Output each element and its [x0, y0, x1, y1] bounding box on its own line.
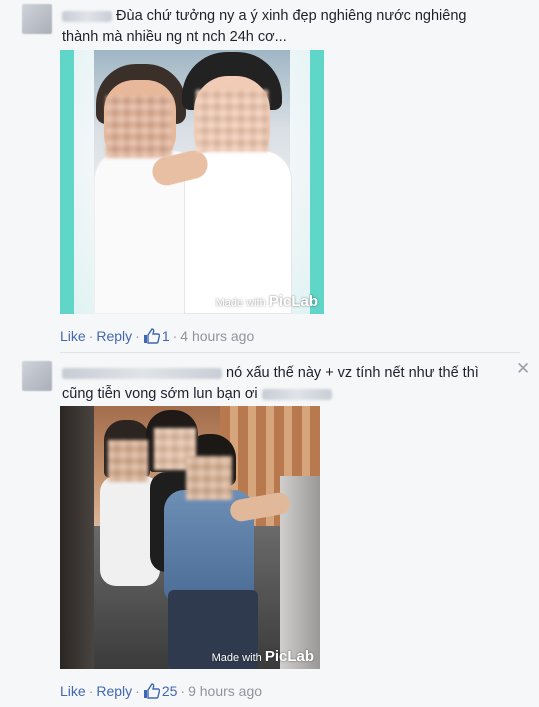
- piclab-watermark: Made with PicLab: [211, 648, 314, 665]
- commenter-name-redacted[interactable]: [62, 367, 222, 379]
- like-count[interactable]: 1: [162, 328, 170, 344]
- comment-text: Đùa chứ tưởng ny a ý xinh đẹp nghiêng nư…: [62, 6, 532, 48]
- close-icon[interactable]: ✕: [516, 359, 530, 379]
- like-link[interactable]: Like: [60, 683, 86, 699]
- comment-text-line-1: nó xấu thế này + vz tính nết như thế thì: [226, 365, 479, 381]
- thumbs-up-icon[interactable]: [143, 328, 160, 347]
- comment-text-line-2: cũng tiễn vong sớm lun bạn ơi: [62, 386, 258, 402]
- reply-link[interactable]: Reply: [96, 683, 132, 699]
- comment-1: Đùa chứ tưởng ny a ý xinh đẹp nghiêng nư…: [0, 0, 539, 350]
- reply-link[interactable]: Reply: [96, 328, 132, 344]
- thumbs-up-icon[interactable]: [143, 683, 160, 702]
- comment-text: nó xấu thế này + vz tính nết như thế thì…: [62, 363, 502, 405]
- commenter-name-redacted[interactable]: [62, 10, 112, 22]
- like-count[interactable]: 25: [162, 683, 178, 699]
- like-link[interactable]: Like: [60, 328, 86, 344]
- commenter-avatar[interactable]: [22, 4, 52, 34]
- comment-actions: Like · Reply · 1 · 4 hours ago: [60, 328, 254, 347]
- comment-photo[interactable]: Made with PicLab: [60, 406, 320, 669]
- comment-2: nó xấu thế này + vz tính nết như thế thì…: [0, 355, 539, 707]
- commenter-avatar[interactable]: [22, 361, 52, 391]
- piclab-watermark: Made with PicLab: [215, 293, 318, 310]
- comment-text-line-2: thành mà nhiều ng nt nch 24h cơ...: [62, 29, 287, 45]
- tagged-name-redacted[interactable]: [261, 388, 332, 400]
- comment-timestamp[interactable]: 4 hours ago: [180, 328, 254, 344]
- comment-text-line-1: Đùa chứ tưởng ny a ý xinh đẹp nghiêng nư…: [116, 8, 467, 24]
- comment-photo[interactable]: Made with PicLab: [60, 50, 324, 314]
- comment-actions: Like · Reply · 25 · 9 hours ago: [60, 683, 262, 702]
- comment-divider: [60, 352, 520, 353]
- comment-timestamp[interactable]: 9 hours ago: [188, 683, 262, 699]
